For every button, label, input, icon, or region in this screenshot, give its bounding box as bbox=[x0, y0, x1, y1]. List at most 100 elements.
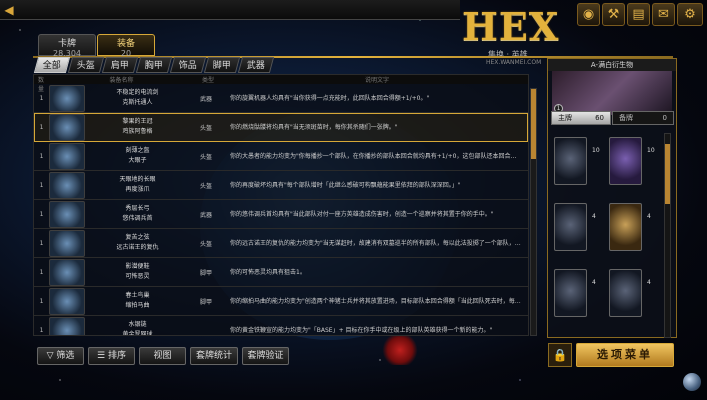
deck-card[interactable] bbox=[609, 269, 642, 317]
table-row[interactable]: 1 黎果的王冠 鸡族阿鲁格 头盔 你的燃烧骷髅将均具有"当无须斑苗时，每你其杀随们一张牌… bbox=[34, 113, 528, 142]
tab-cards-label: 卡牌 bbox=[57, 39, 76, 49]
deck-panel: A-满白衍生物 1 主牌 60 备牌 0 10 10 4 4 4 4 bbox=[547, 58, 677, 338]
tab-main-deck[interactable]: 主牌 60 bbox=[551, 111, 611, 125]
row-name: 天眼地的长眼 再度涨爪 bbox=[85, 175, 190, 195]
hex-logo: HEX 集换 · 英雄 HEX.WANMEI.COM bbox=[458, 4, 573, 66]
row-type: 武器 bbox=[199, 211, 212, 219]
equipment-thumbnail bbox=[49, 171, 85, 199]
scrollbar-thumb[interactable] bbox=[531, 89, 536, 159]
card-count: 10 bbox=[647, 147, 655, 154]
hammer-icon[interactable]: ⚒ bbox=[602, 3, 625, 26]
planet-icon[interactable] bbox=[683, 373, 701, 391]
tab-cards[interactable]: 卡牌 28,304 bbox=[38, 34, 96, 58]
book-icon[interactable]: ▤ bbox=[627, 3, 650, 26]
lock-icon[interactable]: 🔒 bbox=[548, 343, 572, 367]
category-tab-helmet[interactable]: 头盔 bbox=[67, 57, 105, 73]
deck-title: A-满白衍生物 bbox=[548, 59, 676, 71]
equipment-name: 刻薄之盔 bbox=[125, 147, 150, 154]
row-count: 1 bbox=[39, 181, 44, 189]
category-tab-trinket[interactable]: 饰品 bbox=[169, 57, 207, 73]
equipment-name: 不稳定的电流剑 bbox=[116, 89, 159, 96]
equipment-thumbnail bbox=[49, 113, 85, 141]
equipment-name: 复苦之弦 bbox=[125, 234, 150, 241]
card-count: 4 bbox=[647, 279, 651, 286]
table-row[interactable]: 1 影潜便鞋 可怖恶灵 脚甲 你的可怖恶灵均具有狙击1。 bbox=[34, 258, 528, 287]
category-tab-chest[interactable]: 胸甲 bbox=[135, 57, 173, 73]
row-text: 你的缩拍马曲的能力均变为"创造两个神猪士兵并将其放置进场，目标部队本回合得额「当… bbox=[230, 297, 528, 305]
row-text: 你的黄金铁鞭宣的能力均变为"「BASE」+ 目标在你手中或在级上的部队英雄获得一… bbox=[230, 326, 493, 334]
row-text: 你的再度破坏均具有"每个部队增时「此继么感破可构飘蕴能果里依拜的部队深深回。」" bbox=[230, 181, 461, 189]
table-row[interactable]: 1 复苦之弦 远古诺王的复仇 头盔 你的远古诺王的复仇的能力均变为"当无谋赶时，故建消有… bbox=[34, 229, 528, 258]
deck-card[interactable] bbox=[609, 137, 642, 185]
table-row[interactable]: 1 水银链 黄金罗网球 你的黄金铁鞭宣的能力均变为"「BASE」+ 目标在你手中或在级… bbox=[34, 316, 528, 335]
table-row[interactable]: 1 不稳定的电流剑 克斯托通人 武器 你的旋翼机器人均具有"当你获得一点充能时，此回队本… bbox=[34, 84, 528, 113]
row-name: 复苦之弦 远古诺王的复仇 bbox=[85, 233, 190, 253]
equipment-thumbnail bbox=[49, 258, 85, 286]
card-count: 4 bbox=[592, 279, 596, 286]
equipment-table: 数量 装备名称 类型 说明文字 1 不稳定的电流剑 克斯托通人 武器 你的旋翼机器人均具… bbox=[33, 74, 529, 336]
category-tab-shoulder[interactable]: 肩甲 bbox=[101, 57, 139, 73]
deck-card[interactable] bbox=[554, 269, 587, 317]
column-header-name: 装备名称 bbox=[109, 77, 134, 84]
row-count: 1 bbox=[39, 268, 44, 276]
row-type: 脚甲 bbox=[199, 269, 212, 277]
table-row[interactable]: 1 秀层长弓 悠伟调兵首 武器 你的悠伟调兵首均具有"当此部队对付一座方英雄造成伤害时，… bbox=[34, 200, 528, 229]
gold-coin-icon[interactable]: ◉ bbox=[577, 3, 600, 26]
row-text: 你的旋翼机器人均具有"当你获得一点充能时，此回队本回合得额+1/+0。" bbox=[230, 94, 430, 102]
row-count: 1 bbox=[39, 123, 44, 131]
row-name: 影潜便鞋 可怖恶灵 bbox=[85, 262, 190, 282]
sort-button[interactable]: ☰ 排序 bbox=[88, 347, 135, 365]
column-header-type: 类型 bbox=[201, 77, 214, 84]
view-button[interactable]: 视图 bbox=[139, 347, 186, 365]
champion-name: 再度涨爪 bbox=[125, 186, 150, 193]
deck-validate-button[interactable]: 套牌验证 bbox=[242, 347, 289, 365]
row-name: 刻薄之盔 大眼子 bbox=[85, 146, 190, 166]
equipment-name: 水银链 bbox=[128, 321, 147, 328]
equipment-thumbnail bbox=[49, 287, 85, 315]
card-count: 4 bbox=[647, 213, 651, 220]
deck-card[interactable] bbox=[609, 203, 642, 251]
row-name: 黎果的王冠 鸡族阿鲁格 bbox=[85, 117, 190, 137]
table-row[interactable]: 1 刻薄之盔 大眼子 头盔 你的大愚者的能力均变为"你每播抄一个部队，在你播抄的部队本回… bbox=[34, 142, 528, 171]
table-row[interactable]: 1 春土鸟巢 缩拍马曲 脚甲 你的缩拍马曲的能力均变为"创造两个神猪士兵并将其放置进场，… bbox=[34, 287, 528, 316]
scrollbar-thumb[interactable] bbox=[665, 144, 670, 204]
gear-icon[interactable]: ⚙ bbox=[677, 3, 703, 26]
row-type: 武器 bbox=[199, 95, 212, 103]
champion-name: 大眼子 bbox=[128, 157, 147, 164]
champion-name: 鸡族阿鲁格 bbox=[122, 128, 153, 135]
tab-equipment[interactable]: 装备 20 bbox=[97, 34, 155, 58]
deck-stats-button[interactable]: 套牌统计 bbox=[190, 347, 238, 365]
category-tab-weapon[interactable]: 武器 bbox=[237, 57, 275, 73]
category-tab-all[interactable]: 全部 bbox=[33, 57, 71, 73]
equipment-name: 影潜便鞋 bbox=[125, 263, 150, 270]
top-bar: ◀ bbox=[0, 0, 460, 20]
row-type: 头盔 bbox=[199, 153, 212, 161]
row-count: 1 bbox=[39, 239, 44, 247]
equipment-name: 春土鸟巢 bbox=[125, 292, 150, 299]
row-text: 你的燃烧骷髅将均具有"当无须斑苗时，每你其杀随们一张牌。" bbox=[230, 123, 398, 131]
category-tab-boots[interactable]: 脚甲 bbox=[203, 57, 241, 73]
filter-button[interactable]: ▽ 筛选 bbox=[37, 347, 84, 365]
row-text: 你的悠伟调兵首均具有"当此部队对付一座方英雄造成伤害时，创造一个巡察并将其置于你… bbox=[230, 210, 494, 218]
back-arrow-icon[interactable]: ◀ bbox=[2, 3, 16, 17]
table-row[interactable]: 1 天眼地的长眼 再度涨爪 头盔 你的再度破坏均具有"每个部队增时「此继么感破可构飘蕴能… bbox=[34, 171, 528, 200]
row-text: 你的远古诺王的复仇的能力均变为"当无谋赶时，故建消有双墓巡半的所有部队，每以此法… bbox=[230, 239, 528, 247]
row-count: 1 bbox=[39, 297, 44, 305]
champion-portrait[interactable]: 1 bbox=[552, 71, 672, 115]
equipment-thumbnail bbox=[49, 229, 85, 257]
table-header: 数量 装备名称 类型 说明文字 bbox=[34, 75, 528, 93]
row-name: 春土鸟巢 缩拍马曲 bbox=[85, 291, 190, 311]
options-menu-button[interactable]: 选项菜单 bbox=[576, 343, 674, 367]
row-type: 头盔 bbox=[199, 240, 212, 248]
table-scrollbar[interactable] bbox=[530, 88, 537, 336]
deck-scrollbar[interactable] bbox=[664, 133, 671, 338]
card-count: 10 bbox=[592, 147, 600, 154]
equipment-name: 天眼地的长眼 bbox=[119, 176, 156, 183]
deck-card[interactable] bbox=[554, 137, 587, 185]
category-tabs: 全部 头盔 肩甲 胸甲 饰品 脚甲 武器 bbox=[33, 57, 275, 73]
tab-reserve-deck[interactable]: 备牌 0 bbox=[612, 111, 674, 125]
row-name: 秀层长弓 悠伟调兵首 bbox=[85, 204, 190, 224]
scroll-icon[interactable]: ✉ bbox=[652, 3, 675, 26]
deck-card[interactable] bbox=[554, 203, 587, 251]
equipment-name: 秀层长弓 bbox=[125, 205, 150, 212]
